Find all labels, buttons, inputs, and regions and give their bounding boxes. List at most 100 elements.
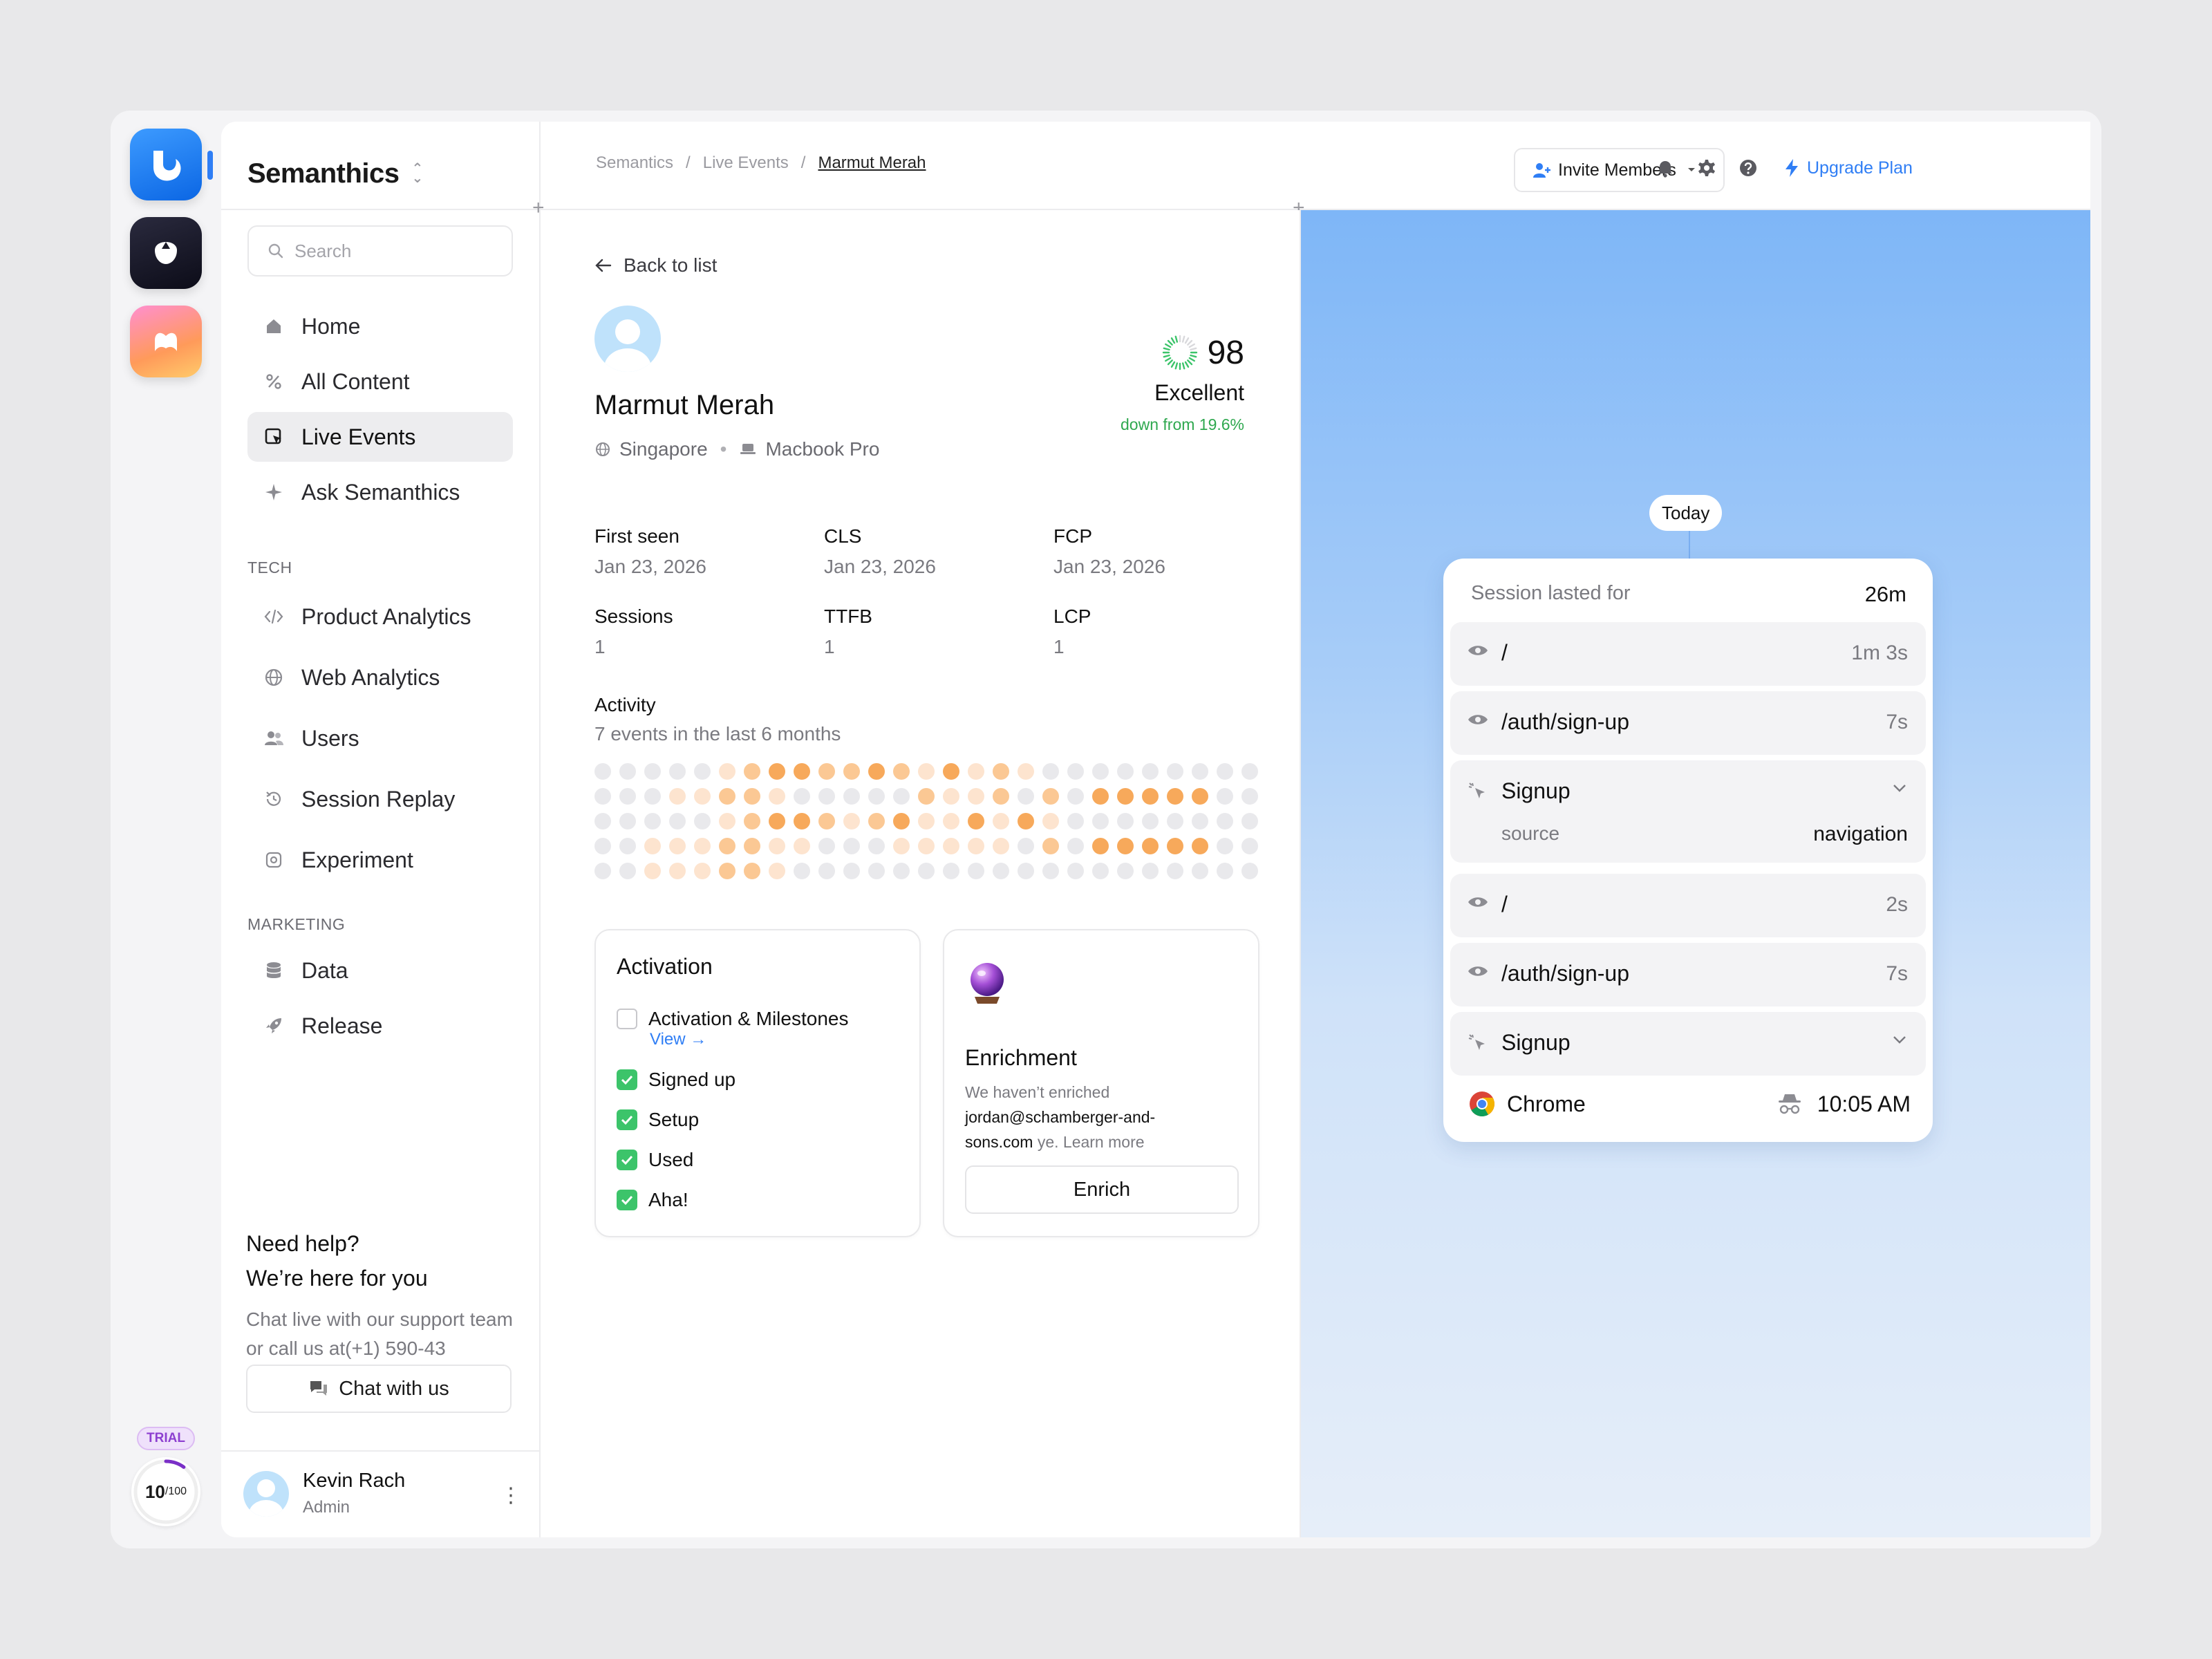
milestone-row[interactable]: Used (617, 1149, 693, 1171)
app-icon-semanthics[interactable] (130, 129, 202, 200)
eye-icon (1467, 964, 1489, 982)
pageview-row[interactable]: / 2s (1450, 874, 1926, 937)
sparkle-icon (261, 480, 286, 505)
activity-dot (1117, 788, 1134, 805)
score-tick (1186, 359, 1192, 366)
nav-product-analytics[interactable]: Product Analytics (247, 592, 513, 641)
nav-home[interactable]: Home (247, 301, 513, 351)
search-input[interactable]: Search (247, 225, 513, 276)
stat-lcp: LCP 1 (1053, 606, 1261, 658)
database-icon (261, 958, 286, 983)
nav-live-events[interactable]: Live Events (247, 412, 513, 462)
checkbox-checked-icon[interactable] (617, 1150, 637, 1170)
activity-dot (694, 813, 711, 830)
pageview-path: /auth/sign-up (1501, 961, 1630, 986)
activity-dot (1067, 863, 1084, 879)
checkbox-checked-icon[interactable] (617, 1190, 637, 1210)
nav-users[interactable]: Users (247, 713, 513, 763)
activity-dot (619, 863, 636, 879)
event-name: Signup (1501, 778, 1571, 803)
app-rail: TRIAL 10/100 (111, 111, 221, 1548)
app-icon-gradient[interactable] (130, 306, 202, 377)
kebab-menu-icon[interactable]: ⋮ (500, 1483, 521, 1508)
upgrade-plan-button[interactable]: Upgrade Plan (1783, 158, 1913, 178)
pageview-path: / (1501, 892, 1508, 917)
event-row[interactable]: Signup (1450, 1012, 1926, 1076)
profile-device: Macbook Pro (765, 438, 880, 460)
breadcrumb-item[interactable]: Live Events (703, 153, 789, 173)
chat-with-us-button[interactable]: Chat with us (246, 1365, 512, 1413)
enrichment-text-2[interactable]: ye. Learn more (1033, 1133, 1145, 1151)
enrich-button[interactable]: Enrich (965, 1165, 1239, 1214)
chevron-updown-icon: ⌃ ⌄ (411, 161, 424, 186)
profile-meta: Singapore • Macbook Pro (594, 438, 879, 460)
milestone-row[interactable]: Signed up (617, 1069, 735, 1091)
activity-dot (694, 863, 711, 879)
breadcrumb-item[interactable]: Semantics (596, 153, 673, 173)
breadcrumb-current[interactable]: Marmut Merah (818, 153, 926, 173)
activity-dot (1142, 863, 1159, 879)
activity-dot (843, 838, 860, 854)
eye-icon (1467, 712, 1489, 731)
activity-dot (1241, 813, 1258, 830)
activity-dot (769, 788, 785, 805)
activity-dot (993, 813, 1009, 830)
activity-dot (968, 813, 984, 830)
pageview-row[interactable]: /auth/sign-up 7s (1450, 943, 1926, 1006)
activity-dot (1241, 838, 1258, 854)
milestone-row[interactable]: Activation & Milestones (617, 1008, 848, 1030)
nav-label: Product Analytics (301, 603, 471, 629)
stat-value: Jan 23, 2026 (594, 556, 706, 577)
bell-icon[interactable] (1655, 158, 1676, 178)
nav-release[interactable]: Release (247, 1001, 513, 1051)
nav-data[interactable]: Data (247, 946, 513, 995)
activity-dot (893, 763, 910, 780)
view-link[interactable]: View → (650, 1030, 706, 1049)
activity-dot (1241, 788, 1258, 805)
activity-dot (794, 838, 810, 854)
pageview-row[interactable]: / 1m 3s (1450, 622, 1926, 686)
quota-ring[interactable]: 10/100 (131, 1457, 200, 1526)
activity-dot (1067, 763, 1084, 780)
nav-experiment[interactable]: Experiment (247, 835, 513, 885)
milestone-row[interactable]: Setup (617, 1109, 699, 1131)
activity-dot (868, 863, 885, 879)
timeline-connector (1689, 531, 1690, 559)
nav-web-analytics[interactable]: Web Analytics (247, 653, 513, 702)
chevron-down-icon[interactable] (1891, 1034, 1908, 1049)
invite-members-button[interactable]: Invite Members (1514, 148, 1725, 192)
activity-dot (669, 838, 686, 854)
pageview-row[interactable]: /auth/sign-up 7s (1450, 691, 1926, 755)
back-to-list-link[interactable]: Back to list (594, 254, 717, 276)
nav-ask-semanthics[interactable]: Ask Semanthics (247, 467, 513, 517)
nav-all-content[interactable]: All Content (247, 357, 513, 406)
checkbox-checked-icon[interactable] (617, 1109, 637, 1130)
chevron-down-icon[interactable] (1891, 782, 1908, 797)
activity-dot (893, 813, 910, 830)
activity-dot (968, 763, 984, 780)
user-profile[interactable]: Kevin Rach Admin (243, 1470, 405, 1517)
workspace-switcher[interactable]: Semanthics ⌃ ⌄ (247, 142, 423, 205)
milestone-row[interactable]: Aha! (617, 1189, 688, 1211)
activity-dot (1117, 763, 1134, 780)
app-icon-dark[interactable] (130, 217, 202, 289)
checkbox-unchecked-icon[interactable] (617, 1009, 637, 1029)
activity-dot (993, 763, 1009, 780)
activity-subtitle: 7 events in the last 6 months (594, 723, 841, 744)
activity-dot (943, 813, 959, 830)
activity-dot (1018, 763, 1034, 780)
activity-dot (794, 863, 810, 879)
activity-dot (1217, 838, 1233, 854)
activity-dot (594, 813, 611, 830)
help-icon[interactable] (1738, 158, 1759, 178)
nav-session-replay[interactable]: Session Replay (247, 774, 513, 824)
activity-dot (1217, 863, 1233, 879)
checkbox-checked-icon[interactable] (617, 1069, 637, 1090)
event-row-expanded[interactable]: Signup source navigation (1450, 760, 1926, 863)
nav-label: Web Analytics (301, 664, 440, 690)
activity-dot (1142, 763, 1159, 780)
activity-dot (1217, 813, 1233, 830)
gear-icon[interactable] (1696, 158, 1717, 178)
divider (221, 209, 541, 210)
globe-icon (596, 442, 610, 456)
